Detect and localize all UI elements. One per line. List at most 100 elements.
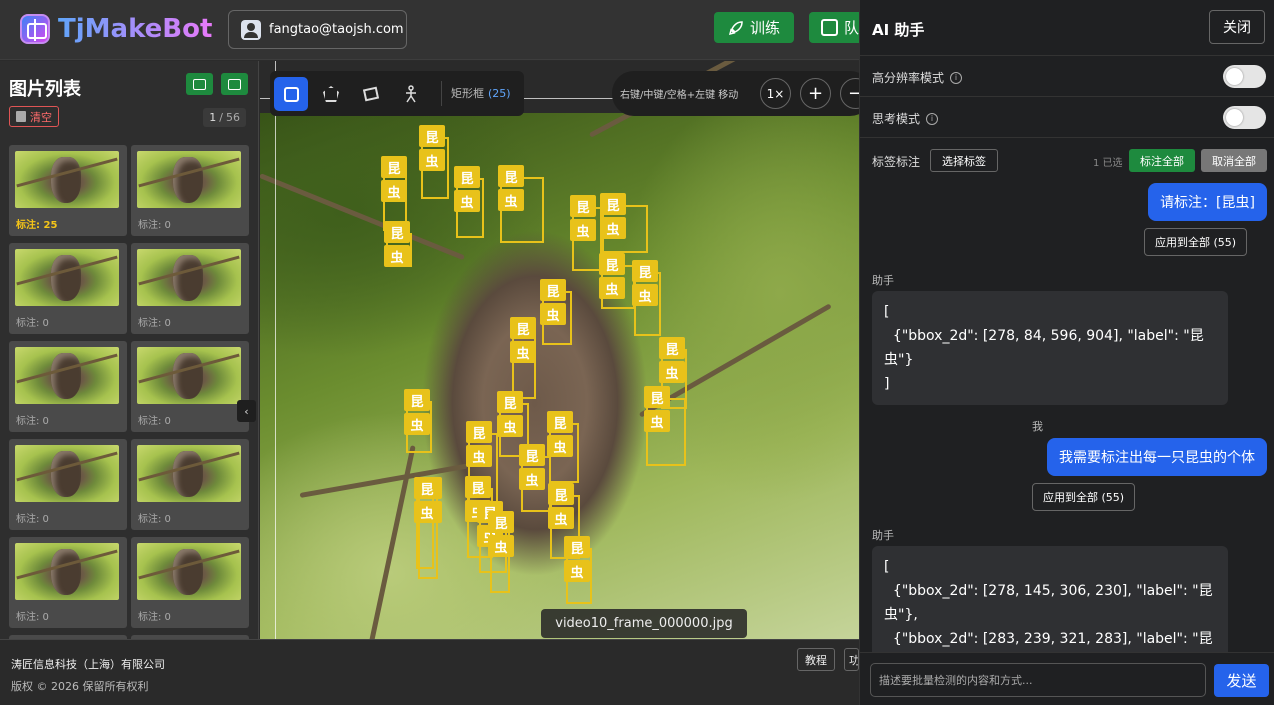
thumbnail-card[interactable]: 标注: 25 xyxy=(9,145,127,236)
bbox-label-tag[interactable]: 昆 xyxy=(600,193,626,215)
annotation-bbox[interactable] xyxy=(490,523,510,593)
annotation-bbox[interactable] xyxy=(646,398,686,466)
bbox-label-tag[interactable]: 昆 xyxy=(519,444,545,466)
rotated-box-tool[interactable] xyxy=(354,77,388,111)
bbox-label-tag[interactable]: 虫 xyxy=(488,535,514,557)
annotation-canvas[interactable]: 昆虫昆虫昆虫昆虫昆虫昆虫昆虫昆虫昆虫昆虫昆虫昆虫昆虫昆虫昆虫昆虫昆虫昆虫昆虫昆虫… xyxy=(260,61,859,639)
bbox-label-tag[interactable]: 虫 xyxy=(466,445,492,467)
bbox-label-tag[interactable]: 虫 xyxy=(564,560,590,582)
hires-mode-label-wrap: 高分辨率模式 i xyxy=(872,69,963,86)
bbox-label-tag[interactable]: 虫 xyxy=(540,303,566,325)
chevron-left-icon: ‹ xyxy=(244,404,249,418)
user-account-chip[interactable]: fangtao@taojsh.com xyxy=(228,10,407,49)
tag-annotation-row: 标签标注 选择标签 1 已选 标注全部 取消全部 xyxy=(860,138,1274,183)
bbox-label-tag[interactable]: 虫 xyxy=(548,507,574,529)
bbox-label-tag[interactable]: 昆 xyxy=(466,421,492,443)
bbox-label-tag[interactable]: 虫 xyxy=(570,219,596,241)
bbox-label-tag[interactable]: 昆 xyxy=(632,260,658,282)
info-icon[interactable]: i xyxy=(950,71,963,84)
bbox-label-tag[interactable]: 虫 xyxy=(419,149,445,171)
select-tags-button[interactable]: 选择标签 xyxy=(930,149,998,172)
tool-count: (25) xyxy=(488,87,511,100)
thumbnail-card[interactable]: 标注: 0 xyxy=(9,341,127,432)
bbox-label-tag[interactable]: 虫 xyxy=(510,341,536,363)
thumbnail-card[interactable]: 标注: 0 xyxy=(131,439,249,530)
clear-button[interactable]: 清空 xyxy=(9,106,59,127)
bbox-label-tag[interactable]: 昆 xyxy=(540,279,566,301)
bbox-label-tag[interactable]: 昆 xyxy=(488,511,514,533)
bbox-label-tag[interactable]: 虫 xyxy=(659,361,685,383)
bbox-label-tag[interactable]: 虫 xyxy=(497,415,523,437)
bbox-label-tag[interactable]: 昆 xyxy=(498,165,524,187)
bbox-label-tag[interactable]: 虫 xyxy=(498,189,524,211)
thumbnail-card[interactable]: 标注: 0 xyxy=(131,243,249,334)
bbox-label-tag[interactable]: 昆 xyxy=(564,536,590,558)
keypoint-tool[interactable] xyxy=(394,77,428,111)
thumbnail-annotation-count: 标注: 0 xyxy=(16,612,49,623)
thumbnail-card[interactable]: 标注: 0 xyxy=(131,341,249,432)
bbox-label-tag[interactable]: 昆 xyxy=(644,386,670,408)
app-logo[interactable]: TjMakeBot xyxy=(20,14,212,44)
rectangle-tool[interactable] xyxy=(274,77,308,111)
bbox-label-tag[interactable]: 昆 xyxy=(465,476,491,498)
zoom-reset-button[interactable]: 1× xyxy=(760,78,791,109)
collapse-panel-button[interactable]: ‹ xyxy=(237,400,256,422)
chat-history[interactable]: 请标注：[昆虫] 应用到全部 (55) 助手 [ {"bbox_2d": [27… xyxy=(860,183,1274,652)
upload-video-button[interactable] xyxy=(221,73,248,95)
bbox-label-tag[interactable]: 虫 xyxy=(384,245,410,267)
bbox-label-tag[interactable]: 昆 xyxy=(547,411,573,433)
bbox-label-tag[interactable]: 虫 xyxy=(404,413,430,435)
thumbnail-image xyxy=(15,445,119,502)
mark-all-button[interactable]: 标注全部 xyxy=(1129,149,1195,172)
annotated-image[interactable]: 昆虫昆虫昆虫昆虫昆虫昆虫昆虫昆虫昆虫昆虫昆虫昆虫昆虫昆虫昆虫昆虫昆虫昆虫昆虫昆虫… xyxy=(260,61,859,639)
bbox-label-tag[interactable]: 昆 xyxy=(497,391,523,413)
bbox-label-tag[interactable]: 虫 xyxy=(519,468,545,490)
bbox-label-tag[interactable]: 昆 xyxy=(404,389,430,411)
bbox-label-tag[interactable]: 虫 xyxy=(414,501,440,523)
thumbnail-card[interactable]: 标注: 0 xyxy=(131,537,249,628)
bbox-label-tag[interactable]: 虫 xyxy=(600,217,626,239)
bbox-label-tag[interactable]: 昆 xyxy=(548,483,574,505)
apply-all-button[interactable]: 应用到全部 (55) xyxy=(1032,483,1136,511)
hires-mode-toggle[interactable] xyxy=(1223,65,1266,88)
thumbnail-card[interactable]: 标注: 0 xyxy=(9,243,127,334)
bbox-label-tag[interactable]: 昆 xyxy=(659,337,685,359)
bbox-label-tag[interactable]: 昆 xyxy=(599,253,625,275)
feature-button[interactable]: 功 xyxy=(844,648,859,671)
assistant-message: [ {"bbox_2d": [278, 84, 596, 904], "labe… xyxy=(872,291,1228,405)
user-icon xyxy=(241,19,261,40)
thinking-mode-toggle[interactable] xyxy=(1223,106,1266,129)
bbox-label-tag[interactable]: 昆 xyxy=(419,125,445,147)
zoom-out-button[interactable]: − xyxy=(840,78,859,109)
bbox-label-tag[interactable]: 虫 xyxy=(632,284,658,306)
close-button[interactable]: 关闭 xyxy=(1209,10,1265,44)
bbox-label-tag[interactable]: 虫 xyxy=(547,435,573,457)
bbox-label-tag[interactable]: 虫 xyxy=(381,180,407,202)
polygon-tool[interactable] xyxy=(314,77,348,111)
bbox-label-tag[interactable]: 昆 xyxy=(570,195,596,217)
bbox-label-tag[interactable]: 虫 xyxy=(644,410,670,432)
bbox-label-tag[interactable]: 昆 xyxy=(454,166,480,188)
thumbnail-card[interactable]: 标注: 0 xyxy=(9,537,127,628)
train-button[interactable]: 训练 xyxy=(714,12,794,43)
apply-all-button[interactable]: 应用到全部 (55) xyxy=(1144,228,1248,256)
video-icon xyxy=(228,78,241,90)
bbox-label-tag[interactable]: 昆 xyxy=(510,317,536,339)
bbox-label-tag[interactable]: 昆 xyxy=(381,156,407,178)
tutorial-button[interactable]: 教程 xyxy=(797,648,835,671)
thumbnail-annotation-count: 标注: 0 xyxy=(138,416,171,427)
unmark-all-button[interactable]: 取消全部 xyxy=(1201,149,1267,172)
thumbnail-card[interactable]: 标注: 0 xyxy=(131,145,249,236)
bbox-label-tag[interactable]: 虫 xyxy=(599,277,625,299)
upload-image-button[interactable] xyxy=(186,73,213,95)
annotation-bbox[interactable] xyxy=(512,329,536,399)
bbox-label-tag[interactable]: 昆 xyxy=(384,221,410,243)
send-button[interactable]: 发送 xyxy=(1214,664,1269,697)
zoom-in-button[interactable]: + xyxy=(800,78,831,109)
chat-input[interactable] xyxy=(870,663,1206,697)
thumbnail-annotation-count: 标注: 0 xyxy=(138,514,171,525)
bbox-label-tag[interactable]: 虫 xyxy=(454,190,480,212)
thumbnail-card[interactable]: 标注: 0 xyxy=(9,439,127,530)
info-icon[interactable]: i xyxy=(926,112,939,125)
bbox-label-tag[interactable]: 昆 xyxy=(414,477,440,499)
